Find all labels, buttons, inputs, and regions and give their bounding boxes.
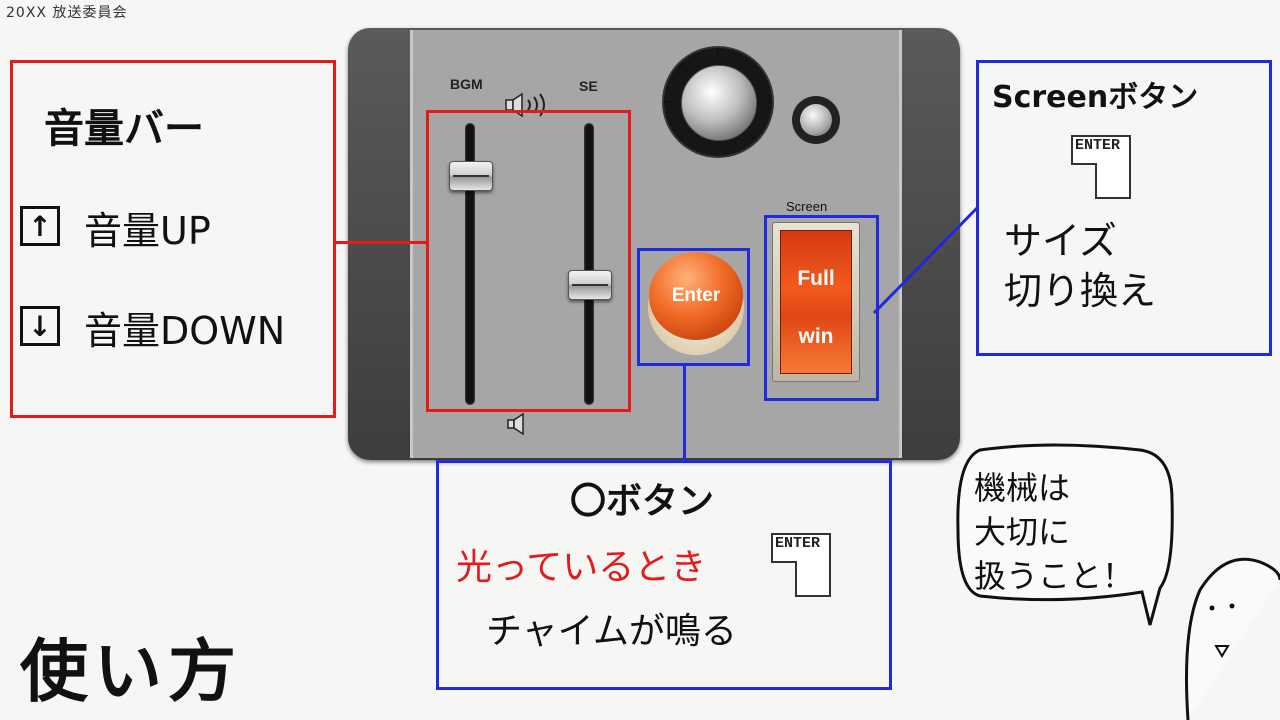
bubble-line3: 扱うこと！: [974, 557, 1135, 595]
usage-title: 使い方: [20, 633, 243, 712]
o-enter-key-label: ENTER: [775, 535, 821, 552]
o-enter-key-icon: ENTER: [770, 532, 834, 602]
bubble-line2: 大切に: [974, 513, 1071, 551]
screen-connector-line: [872, 205, 980, 315]
screen-switch-label: Screen: [786, 199, 828, 214]
o-button-result-text: チャイムが鳴る: [486, 611, 737, 652]
o-button-callout-title: 〇ボタン: [570, 481, 715, 522]
ghost-character-icon: [1185, 557, 1280, 720]
slider-highlight-box: [426, 110, 631, 412]
arrow-up-key-icon: ↑: [20, 206, 60, 246]
header-text: 20XX 放送委員会: [6, 5, 128, 21]
arrow-down-key-icon: ↓: [20, 306, 60, 346]
bubble-line1: 機械は: [974, 469, 1071, 507]
se-slider-label: SE: [579, 78, 598, 94]
enter-key-icon: ENTER: [1070, 134, 1134, 204]
volume-callout-title: 音量バー: [44, 106, 204, 152]
bgm-slider-label: BGM: [450, 76, 483, 92]
speaker-mute-icon: [506, 412, 530, 440]
volume-dial[interactable]: [681, 65, 757, 141]
volume-up-text: 音量UP: [84, 209, 211, 253]
screen-enter-key-label: ENTER: [1075, 137, 1121, 154]
o-button-condition-text: 光っているとき: [456, 547, 707, 588]
volume-down-text: 音量DOWN: [84, 309, 286, 353]
speech-bubble-text: 機械は 大切に 扱うこと！: [974, 466, 1134, 598]
screen-desc-line1: サイズ: [1004, 219, 1117, 263]
small-knob[interactable]: [800, 104, 832, 136]
screen-desc-line2: 切り換え: [1004, 269, 1157, 313]
volume-connector-line: [333, 241, 426, 244]
screen-callout-title: Screenボタン: [992, 80, 1199, 115]
enter-button-highlight-box: [637, 248, 750, 366]
screen-callout-desc: サイズ 切り換え: [1004, 216, 1156, 316]
screen-switch-highlight-box: [764, 215, 879, 401]
o-button-connector-line: [683, 363, 686, 460]
